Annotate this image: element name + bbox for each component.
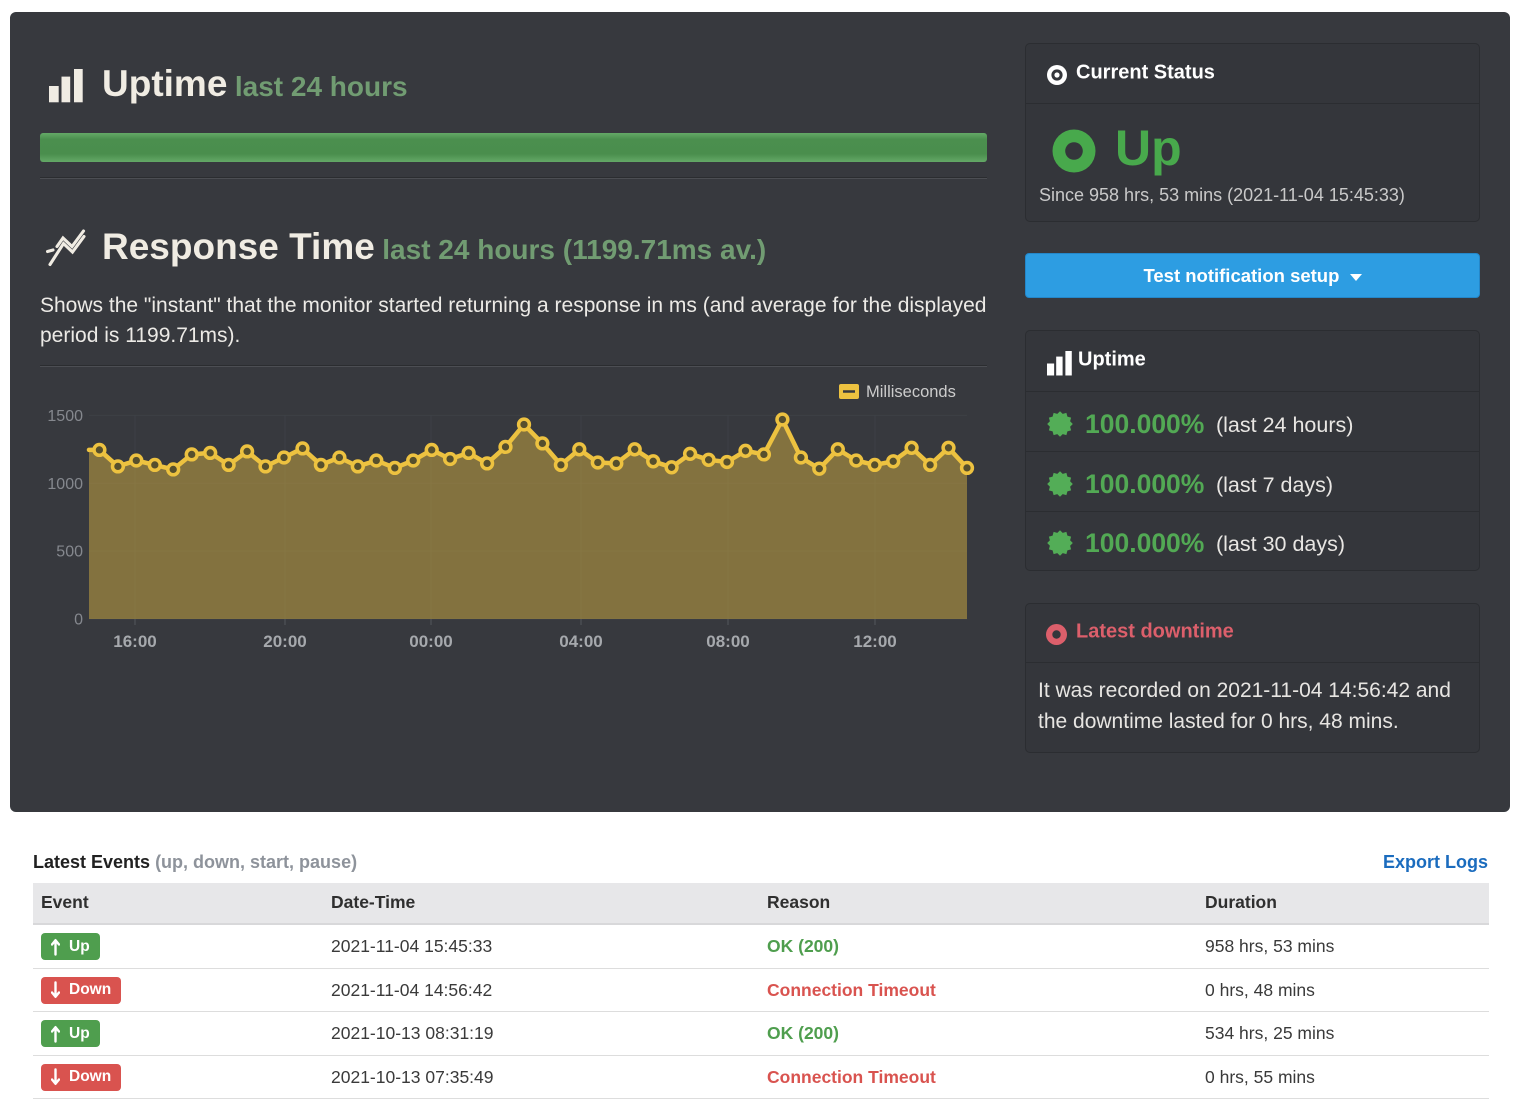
svg-text:16:00: 16:00 bbox=[113, 632, 156, 651]
svg-text:0: 0 bbox=[74, 612, 83, 629]
svg-text:20:00: 20:00 bbox=[263, 632, 306, 651]
svg-text:Milliseconds: Milliseconds bbox=[866, 383, 956, 401]
svg-text:12:00: 12:00 bbox=[853, 632, 896, 651]
svg-text:500: 500 bbox=[56, 544, 83, 561]
svg-text:08:00: 08:00 bbox=[706, 632, 749, 651]
svg-text:00:00: 00:00 bbox=[409, 632, 452, 651]
svg-text:1500: 1500 bbox=[47, 408, 83, 425]
svg-text:04:00: 04:00 bbox=[559, 632, 602, 651]
svg-text:1000: 1000 bbox=[47, 476, 83, 493]
